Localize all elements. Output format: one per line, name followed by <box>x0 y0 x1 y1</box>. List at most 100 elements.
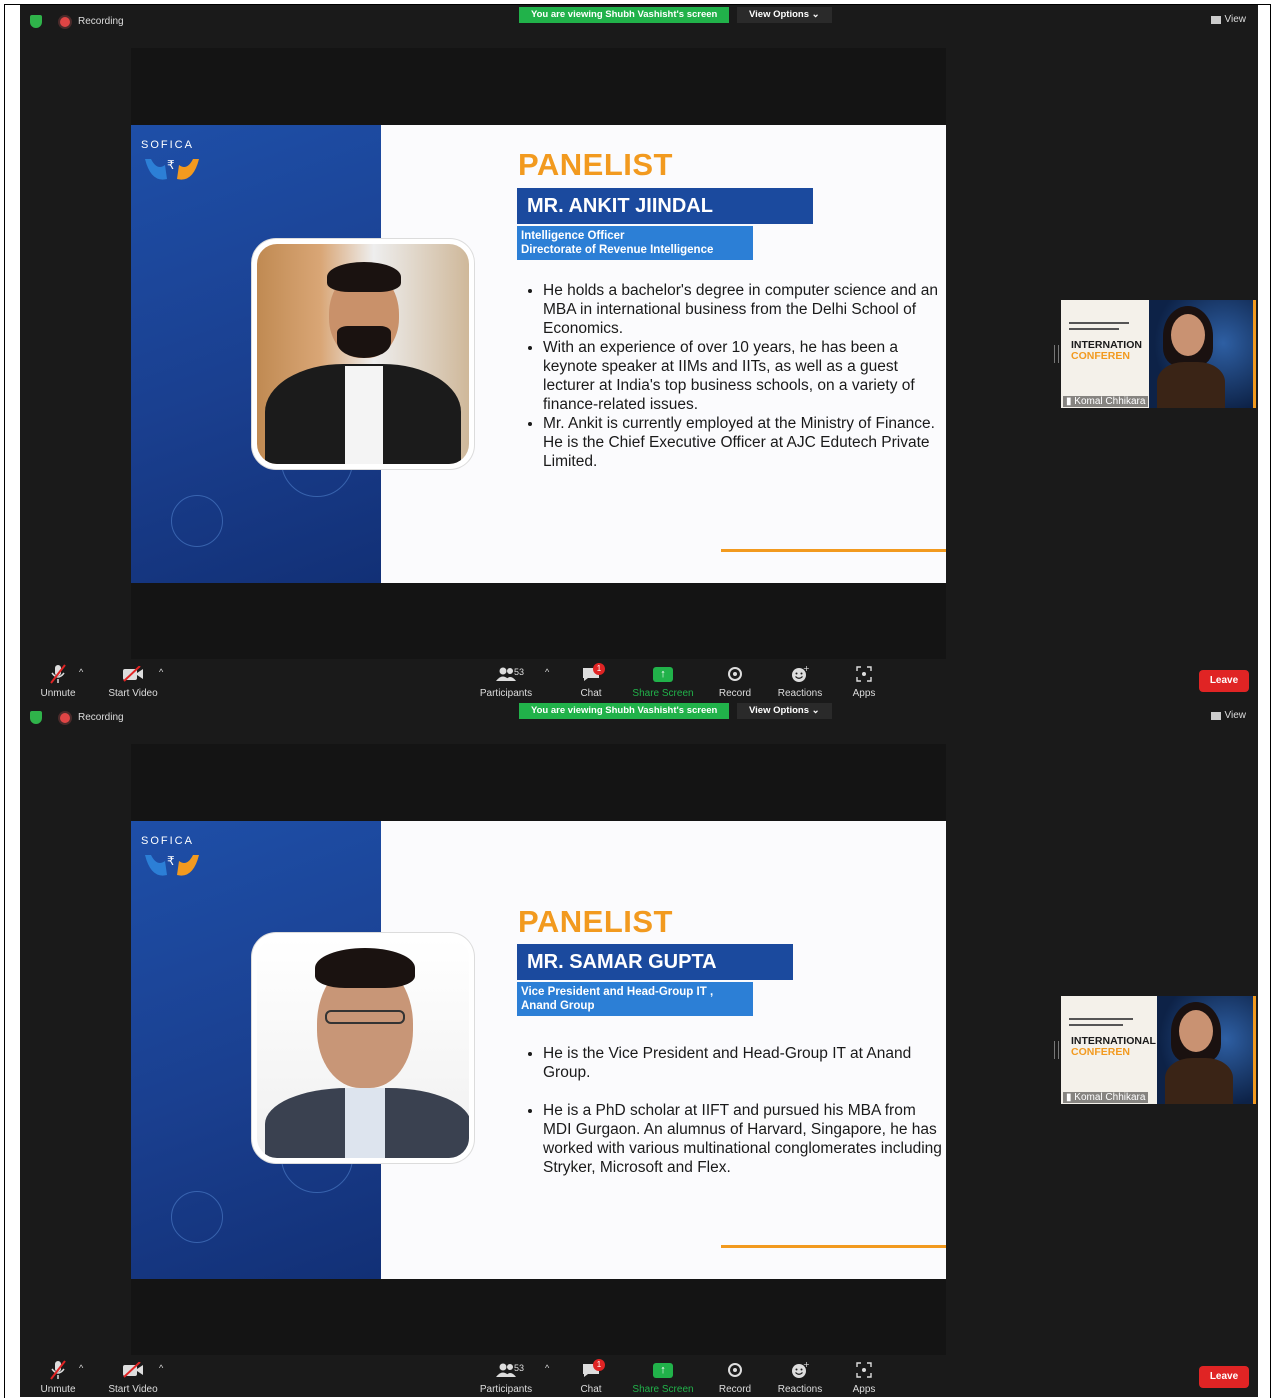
start-video-button[interactable]: Start Video <box>102 1359 164 1395</box>
participants-button[interactable]: 53 Participants <box>476 1359 536 1395</box>
participants-chevron-icon[interactable]: ^ <box>545 1363 549 1373</box>
panelist-role: Vice President and Head-Group IT , Anand… <box>517 982 753 1016</box>
chat-badge: 1 <box>593 663 605 675</box>
panelist-name: MR. SAMAR GUPTA <box>517 944 793 980</box>
status-bar: Recording <box>30 711 124 724</box>
meeting-window-2: Recording You are viewing Shubh Vashisht… <box>20 701 1258 1397</box>
participant-thumbnail[interactable]: INTERNATION CONFEREN ▮ Komal Chhikara <box>1061 300 1255 408</box>
video-options-chevron-icon[interactable]: ^ <box>159 1363 163 1373</box>
share-screen-button[interactable]: ↑ Share Screen <box>632 663 694 699</box>
shared-screen: SOFICA ₹ PANELIST MR. SAMAR GUPTA Vice P… <box>131 744 946 1355</box>
participant-name: ▮ Komal Chhikara <box>1063 396 1149 407</box>
slide-title: PANELIST <box>518 904 673 939</box>
start-video-label: Start Video <box>108 688 158 699</box>
shield-icon[interactable] <box>30 15 42 28</box>
photo-hair <box>327 262 401 292</box>
reactions-button[interactable]: + Reactions <box>770 1359 830 1395</box>
chat-label: Chat <box>580 688 602 699</box>
video-off-icon <box>102 663 164 685</box>
audio-options-chevron-icon[interactable]: ^ <box>79 667 83 677</box>
poster-subtitle: CONFEREN <box>1071 350 1130 362</box>
svg-text:+: + <box>803 1361 809 1369</box>
thumbnail-edge <box>1253 300 1256 408</box>
thumbnail-drag-handle[interactable] <box>1054 345 1059 363</box>
participant-thumbnail[interactable]: INTERNATIONAL CONFEREN ▮ Komal Chhikara <box>1061 996 1255 1104</box>
apps-label: Apps <box>852 1384 876 1395</box>
photo-hair <box>315 948 415 988</box>
view-button[interactable]: View <box>1210 710 1247 721</box>
poster-line <box>1069 328 1119 330</box>
thumbnail-drag-handle[interactable] <box>1054 1041 1059 1059</box>
panelist-role: Intelligence Officer Directorate of Reve… <box>517 226 753 260</box>
glasses-icon <box>325 1010 405 1024</box>
bio-bullet: With an experience of over 10 years, he … <box>543 338 943 414</box>
viewing-banner: You are viewing Shubh Vashisht's screen <box>519 7 730 23</box>
share-screen-icon: ↑ <box>653 666 673 682</box>
panelist-name: MR. ANKIT JIINDAL <box>517 188 813 224</box>
chat-badge: 1 <box>593 1359 605 1371</box>
hex-decoration <box>171 1191 223 1243</box>
participants-button[interactable]: 53 Participants <box>476 663 536 699</box>
share-screen-button[interactable]: ↑ Share Screen <box>632 1359 694 1395</box>
poster-subtitle: CONFEREN <box>1071 1046 1130 1058</box>
view-label: View <box>1224 710 1247 721</box>
bio-bullet: He is a PhD scholar at IIFT and pursued … <box>543 1101 943 1177</box>
panelist-photo-frame <box>252 933 474 1163</box>
bio-bullet: Mr. Ankit is currently employed at the M… <box>543 414 943 471</box>
bio-bullet: He holds a bachelor's degree in computer… <box>543 281 943 338</box>
panelist-photo <box>257 938 469 1158</box>
participants-icon: 53 <box>476 1359 536 1381</box>
record-label: Record <box>718 688 752 699</box>
record-icon <box>728 667 742 681</box>
apps-button[interactable]: Apps <box>834 663 894 699</box>
view-options-button[interactable]: View Options ⌄ <box>737 703 832 719</box>
shield-icon[interactable] <box>30 711 42 724</box>
participant-name: ▮ Komal Chhikara <box>1063 1092 1149 1103</box>
chat-icon: 1 <box>561 663 621 685</box>
leave-button[interactable]: Leave <box>1199 1366 1249 1388</box>
recording-label: Recording <box>78 712 124 723</box>
chat-icon: 1 <box>561 1359 621 1381</box>
recording-label: Recording <box>78 16 124 27</box>
start-video-label: Start Video <box>108 1384 158 1395</box>
person-body <box>1165 1058 1233 1104</box>
record-button[interactable]: Record <box>705 663 765 699</box>
chat-button[interactable]: 1 Chat <box>561 663 621 699</box>
svg-text:₹: ₹ <box>167 158 175 172</box>
smiley-icon: + <box>770 1359 830 1381</box>
leave-button[interactable]: Leave <box>1199 670 1249 692</box>
hex-decoration <box>171 495 223 547</box>
participant-video <box>1157 304 1227 408</box>
slide: SOFICA ₹ PANELIST MR. SAMAR GUPTA Vice P… <box>131 821 946 1279</box>
photo-shirt <box>345 366 383 464</box>
video-options-chevron-icon[interactable]: ^ <box>159 667 163 677</box>
conference-poster: INTERNATIONAL CONFEREN <box>1061 996 1157 1104</box>
chat-button[interactable]: 1 Chat <box>561 1359 621 1395</box>
view-button[interactable]: View <box>1210 14 1247 25</box>
poster-line <box>1069 1024 1123 1026</box>
sofica-logo-text: SOFICA <box>141 835 194 847</box>
sofica-hands-icon: ₹ <box>145 854 199 876</box>
apps-icon <box>834 663 894 685</box>
participants-chevron-icon[interactable]: ^ <box>545 667 549 677</box>
share-screen-icon: ↑ <box>653 1362 673 1378</box>
start-video-button[interactable]: Start Video <box>102 663 164 699</box>
record-icon <box>728 1363 742 1377</box>
reactions-button[interactable]: + Reactions <box>770 663 830 699</box>
svg-text:+: + <box>803 665 809 673</box>
unmute-label: Unmute <box>40 688 76 699</box>
participants-count: 53 <box>514 667 525 677</box>
smiley-icon: + <box>770 663 830 685</box>
role-line-1: Vice President and Head-Group IT , <box>521 986 714 998</box>
apps-button[interactable]: Apps <box>834 1359 894 1395</box>
view-options-button[interactable]: View Options ⌄ <box>737 7 832 23</box>
view-label: View <box>1224 14 1247 25</box>
audio-options-chevron-icon[interactable]: ^ <box>79 1363 83 1373</box>
reactions-label: Reactions <box>777 1384 823 1395</box>
meeting-window-1: Recording You are viewing Shubh Vashisht… <box>20 5 1258 701</box>
record-button[interactable]: Record <box>705 1359 765 1395</box>
bio-bullets: He holds a bachelor's degree in computer… <box>527 281 943 471</box>
accent-bar <box>721 549 946 552</box>
role-line-1: Intelligence Officer <box>521 230 625 242</box>
shared-screen: SOFICA ₹ PANELIST MR. ANKIT JIINDAL Inte… <box>131 48 946 659</box>
